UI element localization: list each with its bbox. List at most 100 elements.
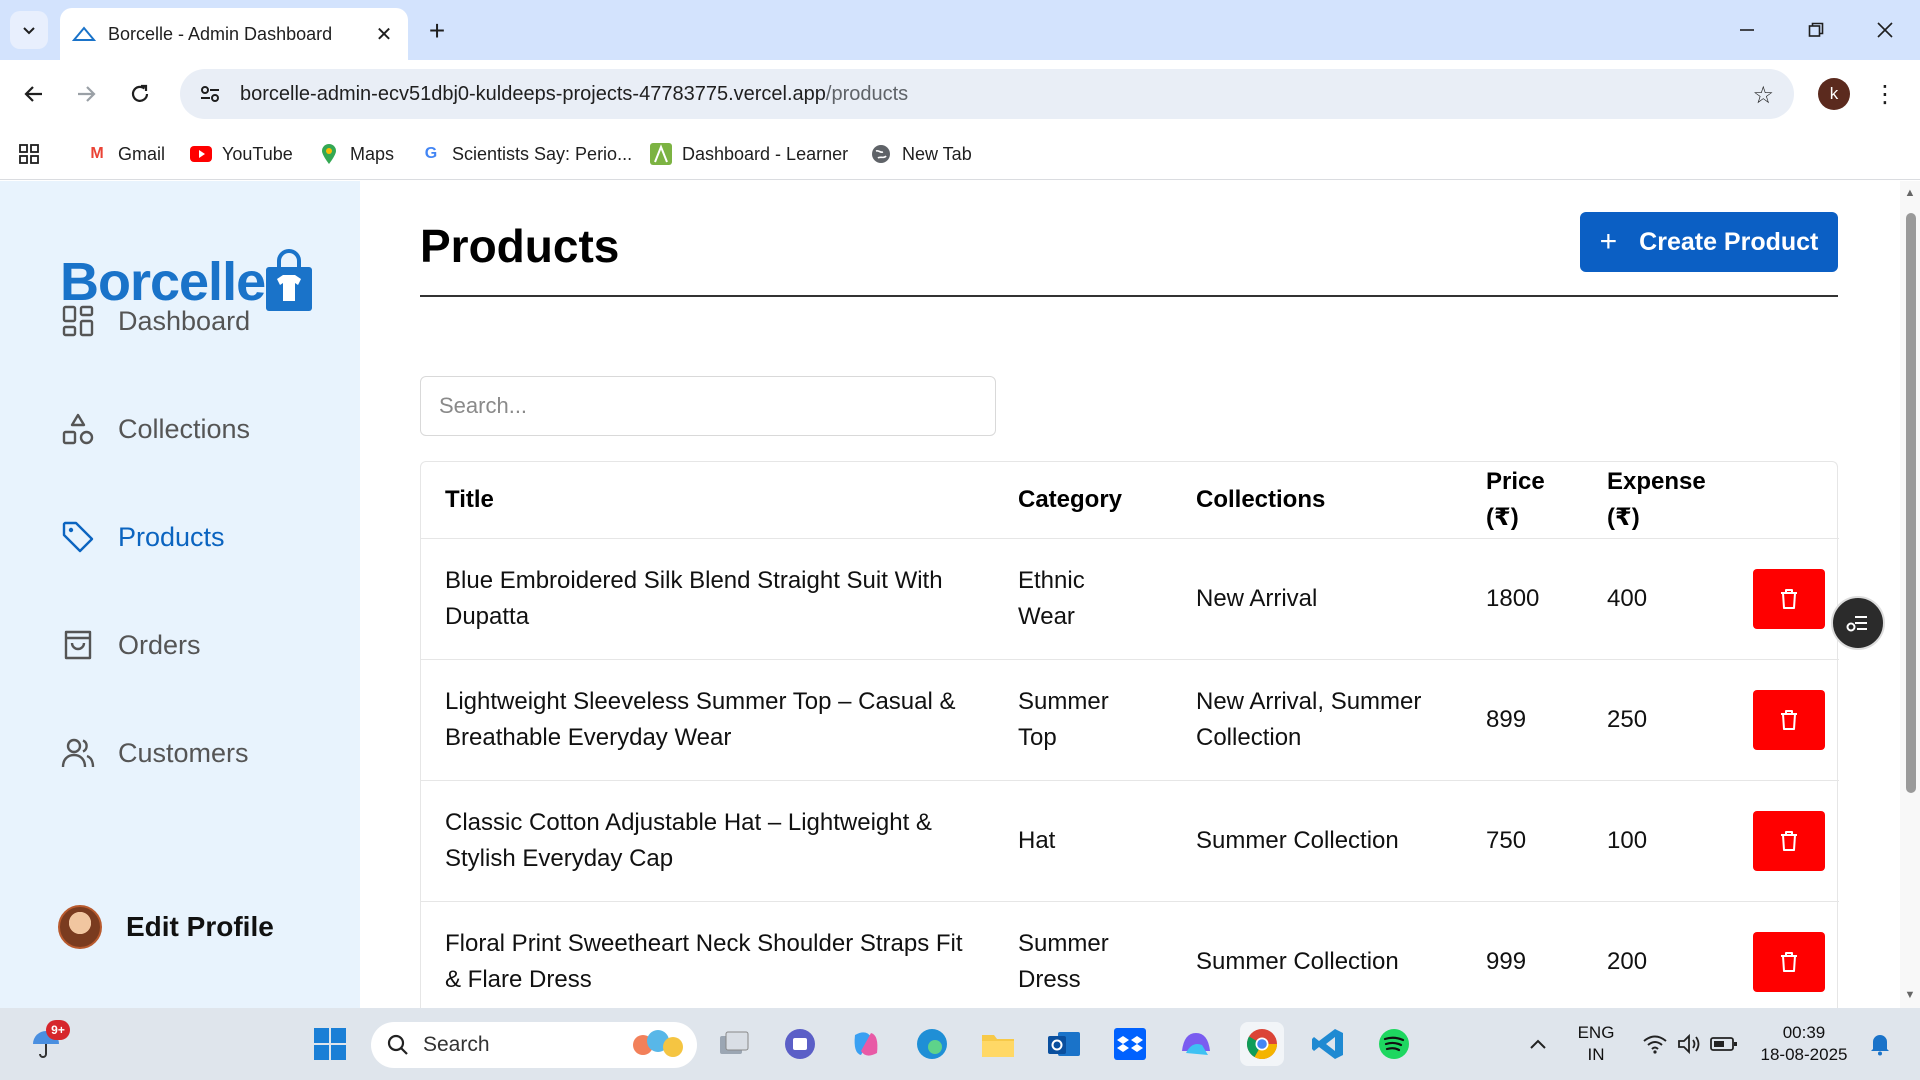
tab-search-button[interactable] bbox=[10, 11, 48, 49]
bookmarks-bar: M Gmail YouTube Maps G Scientists Say: P… bbox=[0, 128, 1920, 180]
close-icon[interactable]: ✕ bbox=[372, 22, 396, 46]
browser-menu-icon[interactable]: ⋮ bbox=[1870, 76, 1900, 112]
sidebar-item-products[interactable]: Products bbox=[60, 515, 225, 559]
header-expense[interactable]: Expense (₹) bbox=[1583, 462, 1729, 539]
edit-profile-link[interactable]: Edit Profile bbox=[58, 905, 274, 949]
sidebar-item-orders[interactable]: Orders bbox=[60, 623, 201, 667]
restore-button[interactable] bbox=[1791, 10, 1841, 50]
task-view-button[interactable] bbox=[712, 1022, 756, 1066]
sidebar: Borcelle Dashboard Collections Products … bbox=[0, 181, 360, 1008]
bookmark-new-tab[interactable]: New Tab bbox=[870, 140, 972, 168]
shopping-bag-icon bbox=[60, 627, 96, 663]
actions-cell bbox=[1729, 901, 1839, 1008]
apps-button[interactable] bbox=[18, 140, 40, 168]
url-path: /products bbox=[825, 82, 909, 105]
product-title-link[interactable]: Classic Cotton Adjustable Hat – Lightwei… bbox=[421, 780, 994, 902]
product-category: Ethnic Wear bbox=[994, 538, 1172, 660]
minimize-button[interactable] bbox=[1722, 10, 1772, 50]
language-indicator[interactable]: ENG IN bbox=[1572, 1022, 1620, 1066]
new-tab-button[interactable]: + bbox=[420, 14, 454, 48]
scroll-down-icon[interactable]: ▼ bbox=[1904, 989, 1916, 1001]
scrollbar-thumb[interactable] bbox=[1906, 213, 1916, 793]
forward-button[interactable] bbox=[66, 74, 106, 114]
header-title[interactable]: Title bbox=[421, 462, 994, 539]
address-bar[interactable]: borcelle-admin-ecv51dbj0-kuldeeps-projec… bbox=[180, 69, 1794, 119]
start-button[interactable] bbox=[308, 1022, 352, 1066]
bookmark-label: Dashboard - Learner bbox=[682, 143, 849, 164]
product-category: Summer Dress bbox=[994, 901, 1172, 1008]
reload-icon bbox=[131, 84, 149, 102]
header-price[interactable]: Price (₹) bbox=[1462, 462, 1583, 539]
delete-button[interactable] bbox=[1753, 810, 1825, 871]
m365-icon bbox=[1182, 1033, 1210, 1055]
bookmark-scientists-say[interactable]: G Scientists Say: Perio... bbox=[420, 140, 632, 168]
vscode-app[interactable] bbox=[1306, 1022, 1350, 1066]
tab-title: Borcelle - Admin Dashboard bbox=[108, 23, 333, 44]
plus-icon: + bbox=[1599, 225, 1618, 258]
sidebar-item-dashboard[interactable]: Dashboard bbox=[60, 299, 250, 343]
floating-menu-button[interactable] bbox=[1831, 596, 1885, 650]
arrow-right-icon bbox=[78, 86, 96, 102]
product-title-link[interactable]: Floral Print Sweetheart Neck Shoulder St… bbox=[421, 901, 994, 1008]
product-title-link[interactable]: Blue Embroidered Silk Blend Straight Sui… bbox=[421, 538, 994, 660]
browser-tab-active[interactable]: Borcelle - Admin Dashboard ✕ bbox=[60, 8, 408, 60]
profile-avatar[interactable]: k bbox=[1818, 78, 1850, 110]
clock-date: 18-08-2025 bbox=[1760, 1045, 1848, 1064]
table-row: Blue Embroidered Silk Blend Straight Sui… bbox=[421, 538, 1839, 660]
language-code: ENG bbox=[1577, 1023, 1615, 1042]
gmail-icon: M bbox=[90, 145, 104, 162]
delete-button[interactable] bbox=[1753, 568, 1825, 629]
search-input[interactable] bbox=[420, 376, 996, 436]
taskbar-search[interactable]: Search bbox=[371, 1022, 697, 1068]
header-category[interactable]: Category bbox=[994, 462, 1172, 539]
battery-icon bbox=[1710, 1037, 1737, 1051]
teams-app[interactable] bbox=[778, 1022, 822, 1066]
chrome-icon bbox=[1246, 1029, 1277, 1060]
product-title-link[interactable]: Lightweight Sleeveless Summer Top – Casu… bbox=[421, 659, 994, 781]
dropbox-app[interactable] bbox=[1108, 1022, 1152, 1066]
delete-button[interactable] bbox=[1753, 689, 1825, 750]
create-product-button[interactable]: + Create Product bbox=[1580, 212, 1838, 272]
outlook-icon bbox=[1048, 1032, 1080, 1056]
header-actions bbox=[1729, 462, 1839, 539]
browser-toolbar: borcelle-admin-ecv51dbj0-kuldeeps-projec… bbox=[0, 60, 1920, 128]
table-row: Lightweight Sleeveless Summer Top – Casu… bbox=[421, 659, 1839, 781]
search-icon bbox=[387, 1034, 408, 1055]
copilot-app[interactable] bbox=[844, 1022, 888, 1066]
m365-app[interactable] bbox=[1174, 1022, 1218, 1066]
back-button[interactable] bbox=[14, 74, 54, 114]
bookmark-dashboard-learner[interactable]: Dashboard - Learner bbox=[650, 140, 848, 168]
system-tray-status[interactable] bbox=[1630, 1022, 1750, 1066]
bookmark-youtube[interactable]: YouTube bbox=[190, 140, 293, 168]
bookmark-gmail[interactable]: M Gmail bbox=[86, 140, 165, 168]
header-collections[interactable]: Collections bbox=[1172, 462, 1462, 539]
copilot-icon bbox=[854, 1032, 878, 1056]
close-window-button[interactable] bbox=[1860, 10, 1910, 50]
notifications-button[interactable] bbox=[1858, 1022, 1902, 1066]
sidebar-item-collections[interactable]: Collections bbox=[60, 407, 250, 451]
spotify-app[interactable] bbox=[1372, 1022, 1416, 1066]
table-header-row: Title Category Collections Price (₹) Exp… bbox=[421, 462, 1839, 539]
page-scrollbar[interactable]: ▲ ▼ bbox=[1900, 181, 1920, 1008]
volume-icon bbox=[1678, 1033, 1700, 1055]
maps-icon bbox=[318, 143, 340, 165]
sidebar-item-customers[interactable]: Customers bbox=[60, 731, 249, 775]
show-hidden-icons[interactable] bbox=[1516, 1022, 1560, 1066]
edge-app[interactable] bbox=[910, 1022, 954, 1066]
dashboard-icon bbox=[60, 303, 96, 339]
chrome-app-active[interactable] bbox=[1240, 1022, 1284, 1066]
product-expense: 400 bbox=[1583, 538, 1729, 660]
trash-icon bbox=[1781, 709, 1797, 730]
bookmark-star-icon[interactable]: ☆ bbox=[1752, 81, 1774, 110]
bookmark-maps[interactable]: Maps bbox=[318, 140, 394, 168]
file-explorer-app[interactable] bbox=[976, 1022, 1020, 1066]
spotify-icon bbox=[1379, 1029, 1409, 1059]
scroll-up-icon[interactable]: ▲ bbox=[1904, 187, 1916, 199]
outlook-app[interactable] bbox=[1042, 1022, 1086, 1066]
tag-icon bbox=[60, 519, 96, 555]
chat-icon bbox=[785, 1029, 815, 1059]
shopping-bag-logo-icon bbox=[266, 249, 313, 311]
reload-button[interactable] bbox=[120, 74, 160, 114]
delete-button[interactable] bbox=[1753, 931, 1825, 992]
clock[interactable]: 00:39 18-08-2025 bbox=[1756, 1022, 1852, 1066]
